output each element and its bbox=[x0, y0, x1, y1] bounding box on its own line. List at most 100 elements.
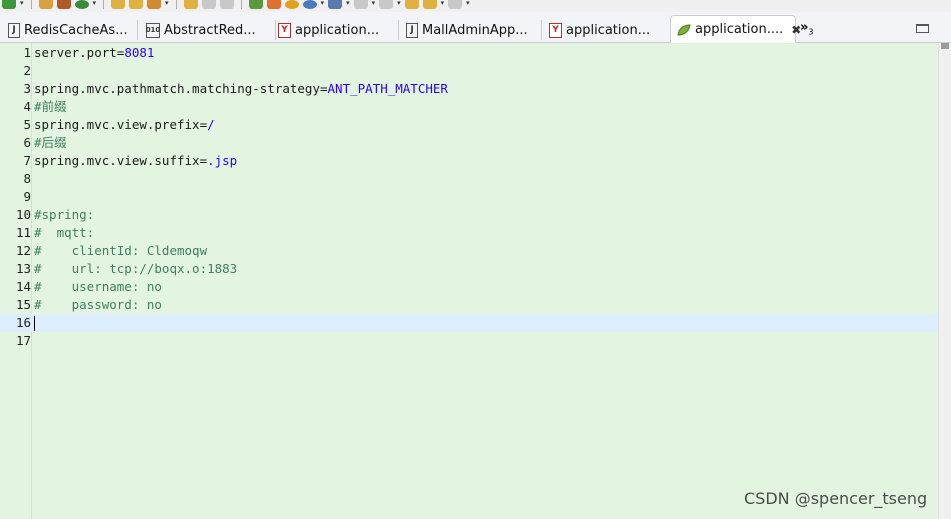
main-toolbar: ▾ ▾ ▾ ▾ ▾ ▾ ▾ ▾ ▾ bbox=[0, 0, 951, 12]
comment-text: # clientId: Cldemoqw bbox=[34, 243, 208, 258]
next-annotation-dropdown-icon[interactable]: ▾ bbox=[372, 0, 376, 7]
line-number: 2 bbox=[23, 63, 31, 78]
forward-icon[interactable] bbox=[422, 0, 437, 9]
tab-abstractred[interactable]: 010 AbstractRed... bbox=[140, 17, 275, 43]
tab-overflow-button[interactable]: »3 bbox=[800, 20, 814, 37]
line-number: 5 bbox=[23, 117, 31, 132]
back-icon[interactable] bbox=[404, 0, 419, 9]
refresh-dropdown-icon[interactable]: ▾ bbox=[93, 0, 97, 7]
line-number: 8 bbox=[23, 171, 31, 186]
line-content: server.port=8081 bbox=[34, 44, 154, 62]
prev-annotation-dropdown-icon[interactable]: ▾ bbox=[397, 0, 401, 7]
pin-icon[interactable] bbox=[328, 0, 343, 9]
property-key: spring.mvc.view.prefix bbox=[34, 117, 200, 132]
tab-application-2[interactable]: Y application... bbox=[543, 17, 668, 43]
open-folder-icon[interactable] bbox=[111, 0, 126, 9]
tab-rediscacheas[interactable]: J RedisCacheAs... bbox=[2, 17, 137, 43]
nav-icon[interactable] bbox=[448, 0, 463, 9]
prev-annotation-icon[interactable] bbox=[379, 0, 394, 9]
minimize-icon[interactable] bbox=[916, 24, 929, 33]
new-icon[interactable] bbox=[38, 0, 53, 9]
editor-lines: 1 server.port=8081 2 3 spring.mvc.pathmatch.… bbox=[0, 44, 951, 350]
line-number: 6 bbox=[23, 135, 31, 150]
bug-icon[interactable] bbox=[248, 0, 263, 9]
warning-icon[interactable] bbox=[284, 0, 299, 9]
equals-sign: = bbox=[199, 117, 208, 132]
yaml-file-icon: Y bbox=[549, 22, 562, 38]
properties-editor[interactable]: 1 server.port=8081 2 3 spring.mvc.pathmatch.… bbox=[0, 43, 951, 519]
run-icon[interactable] bbox=[2, 0, 16, 9]
globe-icon[interactable] bbox=[302, 0, 317, 9]
editor-tab-bar: J RedisCacheAs... 010 AbstractRed... Y a… bbox=[0, 12, 951, 43]
line-content: # mqtt: bbox=[34, 224, 94, 242]
code-line[interactable]: 2 bbox=[0, 62, 951, 80]
pin-dropdown-icon[interactable]: ▾ bbox=[346, 0, 350, 7]
property-value: / bbox=[207, 117, 215, 132]
comment-text: #后缀 bbox=[34, 135, 67, 150]
line-number: 17 bbox=[15, 333, 31, 348]
tab-label: application.... bbox=[695, 22, 784, 37]
tab-application-properties[interactable]: application.... ✖ bbox=[670, 15, 801, 43]
line-content: spring.mvc.view.suffix=.jsp bbox=[34, 152, 237, 170]
line-content: # url: tcp://boqx.o:1883 bbox=[34, 260, 237, 278]
line-number: 16 bbox=[15, 315, 31, 330]
forward-dropdown-icon[interactable]: ▾ bbox=[441, 0, 445, 7]
globe-dropdown-icon[interactable]: ▾ bbox=[321, 0, 325, 7]
line-content: #前缀 bbox=[34, 98, 67, 116]
watermark: CSDN @spencer_tseng bbox=[744, 489, 928, 508]
code-line[interactable]: 15 # password: no bbox=[0, 296, 951, 314]
tab-label: application... bbox=[295, 22, 380, 38]
code-line[interactable]: 3 spring.mvc.pathmatch.matching-strategy=… bbox=[0, 80, 951, 98]
code-line[interactable]: 17 bbox=[0, 332, 951, 350]
line-content: # password: no bbox=[34, 296, 162, 314]
property-key: spring.mvc.view.suffix bbox=[34, 153, 200, 168]
toolbar-separator bbox=[103, 0, 105, 9]
tab-malladminapp[interactable]: J MallAdminApp... bbox=[400, 17, 542, 43]
line-number: 9 bbox=[23, 189, 31, 204]
search-icon[interactable] bbox=[147, 0, 162, 9]
paste-icon[interactable] bbox=[219, 0, 234, 9]
spring-properties-icon bbox=[677, 23, 691, 37]
debug-icon[interactable] bbox=[266, 0, 281, 9]
code-line[interactable]: 8 bbox=[0, 170, 951, 188]
package-icon[interactable] bbox=[56, 0, 71, 9]
copy-icon[interactable] bbox=[201, 0, 216, 9]
line-number: 1 bbox=[23, 45, 31, 60]
code-line[interactable]: 10 #spring: bbox=[0, 206, 951, 224]
code-line[interactable]: 1 server.port=8081 bbox=[0, 44, 951, 62]
comment-text: # mqtt: bbox=[34, 225, 95, 240]
search-dropdown-icon[interactable]: ▾ bbox=[165, 0, 169, 7]
edit-icon[interactable] bbox=[183, 0, 198, 9]
code-line[interactable]: 6 #后缀 bbox=[0, 134, 951, 152]
code-line[interactable]: 4 #前缀 bbox=[0, 98, 951, 116]
run-dropdown-icon[interactable]: ▾ bbox=[20, 0, 24, 7]
line-number: 13 bbox=[15, 261, 31, 276]
code-line[interactable]: 16 bbox=[0, 314, 938, 332]
code-line[interactable]: 11 # mqtt: bbox=[0, 224, 951, 242]
line-number: 15 bbox=[15, 297, 31, 312]
open-type-icon[interactable] bbox=[129, 0, 144, 9]
property-value: ANT_PATH_MATCHER bbox=[327, 81, 448, 96]
code-line[interactable]: 9 bbox=[0, 188, 951, 206]
code-line[interactable]: 12 # clientId: Cldemoqw bbox=[0, 242, 951, 260]
scrollbar-thumb[interactable] bbox=[941, 43, 949, 49]
line-content: spring.mvc.pathmatch.matching-strategy=A… bbox=[34, 80, 448, 98]
nav-dropdown-icon[interactable]: ▾ bbox=[466, 0, 470, 7]
comment-text: #spring: bbox=[34, 207, 95, 222]
tab-label: MallAdminApp... bbox=[422, 22, 528, 38]
class-file-icon: 010 bbox=[146, 22, 160, 38]
code-line[interactable]: 7 spring.mvc.view.suffix=.jsp bbox=[0, 152, 951, 170]
code-line[interactable]: 5 spring.mvc.view.prefix=/ bbox=[0, 116, 951, 134]
code-line[interactable]: 14 # username: no bbox=[0, 278, 951, 296]
yaml-file-icon: Y bbox=[278, 22, 291, 38]
comment-text: # password: no bbox=[34, 297, 162, 312]
refresh-icon[interactable] bbox=[74, 0, 89, 9]
next-annotation-icon[interactable] bbox=[353, 0, 368, 9]
vertical-scrollbar[interactable] bbox=[938, 43, 951, 519]
tab-separator bbox=[137, 20, 138, 40]
code-line[interactable]: 13 # url: tcp://boqx.o:1883 bbox=[0, 260, 951, 278]
equals-sign: = bbox=[199, 153, 208, 168]
line-number: 12 bbox=[15, 243, 31, 258]
tab-application-1[interactable]: Y application... bbox=[272, 17, 400, 43]
tab-label: AbstractRed... bbox=[164, 22, 256, 38]
